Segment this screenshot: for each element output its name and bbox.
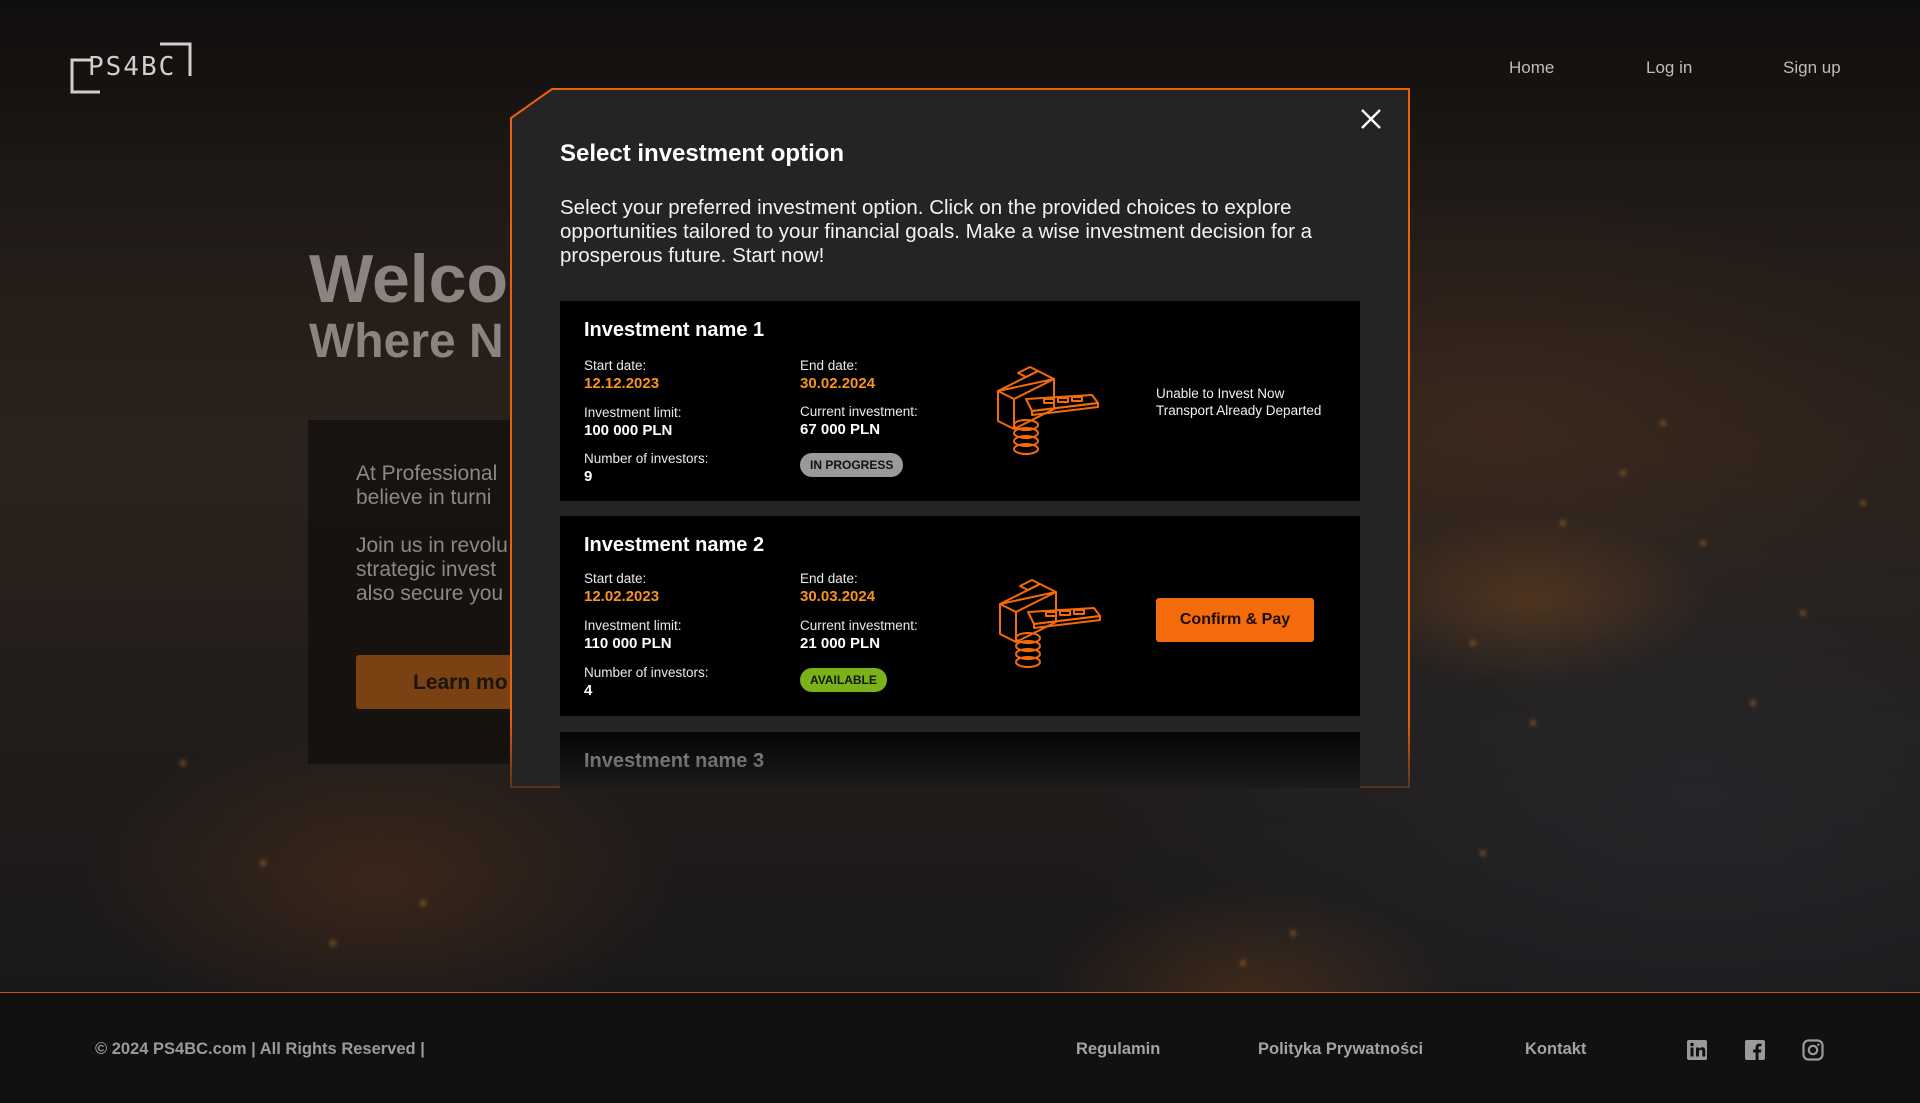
modal-description: Select your preferred investment option.… [560,196,1313,267]
end-date-field: End date: 30.03.2024 [800,571,875,607]
end-date-label: End date: [800,571,858,586]
instagram-icon[interactable] [1802,1039,1824,1061]
current-investment-field: Current investment: 67 000 PLN [800,404,918,440]
start-date-field: Start date: 12.12.2023 [584,358,659,394]
footer-link-privacy[interactable]: Polityka Prywatności [1258,1040,1423,1059]
briefcase-coins-icon [999,579,1101,668]
footer-link-regulamin[interactable]: Regulamin [1076,1040,1160,1059]
investment-limit-field: Investment limit: 110 000 PLN [584,618,682,654]
footer-link-kontakt[interactable]: Kontakt [1525,1040,1586,1059]
close-icon[interactable] [1358,106,1384,132]
status-badge-in-progress: IN PROGRESS [800,453,904,477]
hero-title: Welco [309,241,509,317]
modal-title: Select investment option [560,140,845,167]
briefcase-coins-icon [997,366,1099,455]
status-badge-available: AVAILABLE [800,668,887,692]
start-date-field: Start date: 12.02.2023 [584,571,659,607]
investment-name: Investment name 2 [584,534,765,556]
start-date-label: Start date: [584,358,647,373]
logo-text: PS4BC [88,52,177,82]
investment-modal: Select investment option Select your pre… [510,88,1410,788]
current-investment-value: 21 000 PLN [800,635,881,652]
investment-card-3: Investment name 3 [560,732,1360,788]
investment-limit-label: Investment limit: [584,618,682,633]
end-date-value: 30.03.2024 [800,588,876,605]
investors-value: 9 [584,468,593,485]
start-date-value: 12.12.2023 [584,375,660,392]
linkedin-icon[interactable] [1686,1039,1708,1061]
footer-copyright: © 2024 PS4BC.com | All Rights Reserved | [95,1040,425,1058]
unable-to-invest-note: Unable to Invest Now Transport Already D… [1156,386,1322,418]
ps4bc-logo[interactable]: PS4BC [70,42,192,94]
current-investment-label: Current investment: [800,618,918,633]
investors-label: Number of investors: [584,451,709,466]
nav-login-link[interactable]: Log in [1646,58,1692,78]
investment-limit-value: 110 000 PLN [584,635,672,652]
investment-name: Investment name 3 [584,750,765,772]
hero-subtitle: Where N [309,315,504,368]
end-date-value: 30.02.2024 [800,375,876,392]
investors-value: 4 [584,682,593,699]
nav-home-link[interactable]: Home [1509,58,1554,78]
investment-limit-field: Investment limit: 100 000 PLN [584,405,682,441]
start-date-value: 12.02.2023 [584,588,660,605]
current-investment-field: Current investment: 21 000 PLN [800,618,918,654]
end-date-field: End date: 30.02.2024 [800,358,875,394]
investment-card-1: Investment name 1 Start date: 12.12.2023… [560,301,1360,501]
nav-signup-link[interactable]: Sign up [1783,58,1841,78]
end-date-label: End date: [800,358,858,373]
investment-limit-label: Investment limit: [584,405,682,420]
investment-limit-value: 100 000 PLN [584,422,673,439]
investment-name: Investment name 1 [584,319,765,341]
start-date-label: Start date: [584,571,647,586]
investors-label: Number of investors: [584,665,709,680]
facebook-icon[interactable] [1744,1039,1766,1061]
investment-card-2: Investment name 2 Start date: 12.02.2023… [560,516,1360,716]
investors-field: Number of investors: 9 [584,451,709,487]
investors-field: Number of investors: 4 [584,665,709,701]
current-investment-label: Current investment: [800,404,918,419]
current-investment-value: 67 000 PLN [800,421,881,438]
footer: © 2024 PS4BC.com | All Rights Reserved |… [0,992,1920,1103]
confirm-and-pay-button[interactable]: Confirm & Pay [1156,598,1314,642]
